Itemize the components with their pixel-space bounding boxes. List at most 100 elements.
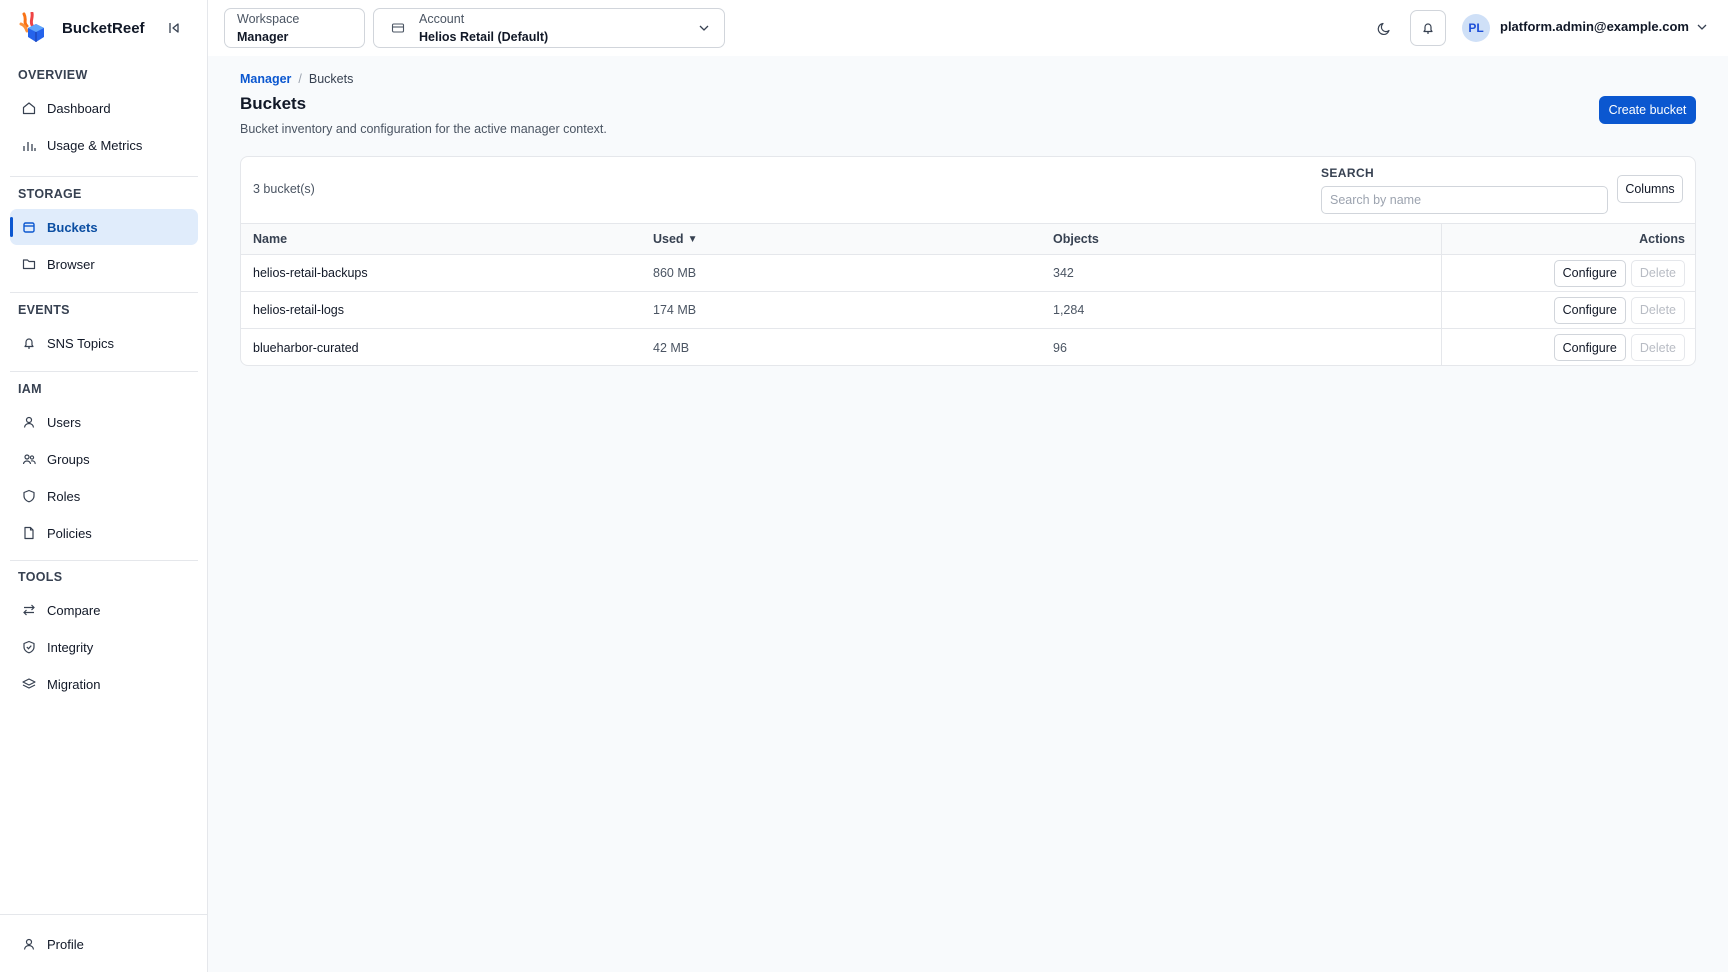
sidebar-item-label: Migration bbox=[47, 676, 101, 692]
workspace-picker[interactable]: Workspace Manager bbox=[224, 8, 365, 48]
buckets-table: Name Used ▼ Objects Actions helios-retail… bbox=[241, 223, 1695, 365]
breadcrumb-separator: / bbox=[298, 72, 302, 86]
bucket-used: 860 MB bbox=[653, 266, 697, 280]
account-value: Helios Retail (Default) bbox=[419, 30, 549, 44]
sidebar-item-dashboard[interactable]: Dashboard bbox=[10, 90, 198, 126]
sidebar-item-migration[interactable]: Migration bbox=[10, 666, 198, 702]
bucket-name[interactable]: blueharbor-curated bbox=[253, 329, 359, 365]
buckets-table-card: 3 bucket(s) SEARCH Columns Name Used▼ Ob… bbox=[240, 156, 1696, 366]
file-icon bbox=[22, 526, 36, 540]
workspace-label: Workspace bbox=[237, 12, 300, 26]
table-header: Name Used ▼ Objects Actions bbox=[241, 223, 1695, 255]
page-subtitle: Bucket inventory and configuration for t… bbox=[240, 122, 607, 136]
user-icon bbox=[22, 415, 36, 429]
sidebar-item-label: Groups bbox=[47, 451, 90, 467]
sidebar-item-label: Dashboard bbox=[47, 100, 111, 116]
bucket-name[interactable]: helios-retail-logs bbox=[253, 292, 344, 328]
create-bucket-button[interactable]: Create bucket bbox=[1599, 96, 1696, 124]
bucket-objects: 1,284 bbox=[1053, 303, 1085, 317]
delete-button[interactable]: Delete bbox=[1630, 259, 1685, 287]
section-title: STORAGE bbox=[18, 187, 82, 201]
column-header-label: Name bbox=[253, 232, 288, 246]
search-label: SEARCH bbox=[1321, 166, 1375, 180]
sidebar-item-label: Browser bbox=[47, 256, 95, 272]
sidebar-item-profile[interactable]: Profile bbox=[10, 926, 198, 962]
configure-button[interactable]: Configure bbox=[1553, 334, 1626, 361]
column-header-used[interactable]: Used ▼ bbox=[653, 224, 697, 254]
table-row: blueharbor-curated 42 MB 96 Configure De… bbox=[241, 329, 1695, 365]
chevron-down-icon[interactable] bbox=[1696, 21, 1708, 33]
row-actions: Configure Delete bbox=[1441, 329, 1695, 365]
folder-icon bbox=[22, 257, 36, 271]
nav-section-storage: STORAGE Buckets Browser bbox=[10, 185, 198, 282]
sidebar-item-compare[interactable]: Compare bbox=[10, 592, 198, 628]
column-header-objects[interactable]: Objects bbox=[1053, 224, 1099, 254]
sidebar-item-users[interactable]: Users bbox=[10, 404, 198, 440]
sidebar-item-groups[interactable]: Groups bbox=[10, 441, 198, 477]
bucket-used: 42 MB bbox=[653, 340, 690, 355]
brand[interactable]: BucketReef bbox=[18, 10, 145, 46]
bucket-icon bbox=[22, 220, 36, 234]
column-header-actions: Actions bbox=[1441, 224, 1695, 254]
user-icon bbox=[22, 937, 36, 951]
sidebar-item-label: Roles bbox=[47, 488, 81, 504]
configure-button[interactable]: Configure bbox=[1553, 259, 1626, 287]
configure-button[interactable]: Configure bbox=[1553, 296, 1626, 324]
sidebar-item-buckets[interactable]: Buckets bbox=[10, 209, 198, 245]
sidebar-item-browser[interactable]: Browser bbox=[10, 246, 198, 282]
nav-section-overview: OVERVIEW Dashboard Usage & Metrics bbox=[10, 66, 198, 163]
bell-icon bbox=[22, 336, 36, 350]
account-card-icon bbox=[391, 21, 405, 35]
search-input[interactable] bbox=[1321, 186, 1608, 214]
sidebar-item-policies[interactable]: Policies bbox=[10, 515, 198, 551]
workspace-value: Manager bbox=[237, 30, 289, 44]
column-header-label: Used bbox=[653, 232, 684, 246]
sidebar-item-roles[interactable]: Roles bbox=[10, 478, 198, 514]
breadcrumb-link-manager[interactable]: Manager bbox=[240, 72, 291, 86]
bucket-used: 174 MB bbox=[653, 303, 697, 317]
bucket-name[interactable]: helios-retail-backups bbox=[253, 255, 368, 291]
sidebar-item-label: Integrity bbox=[47, 639, 94, 655]
page-title: Buckets bbox=[240, 94, 307, 113]
home-icon bbox=[22, 101, 36, 115]
divider bbox=[10, 371, 198, 372]
sidebar-item-label: Users bbox=[47, 414, 81, 430]
columns-button[interactable]: Columns bbox=[1617, 175, 1683, 203]
sidebar-item-usage-metrics[interactable]: Usage & Metrics bbox=[10, 127, 198, 163]
sidebar-item-label: Policies bbox=[47, 525, 92, 541]
notifications-button[interactable] bbox=[1410, 10, 1446, 46]
theme-toggle-button[interactable] bbox=[1366, 10, 1402, 46]
sidebar-item-sns-topics[interactable]: SNS Topics bbox=[10, 325, 198, 361]
shield-check-icon bbox=[22, 640, 36, 654]
column-header-label: Objects bbox=[1053, 232, 1099, 246]
bucket-objects: 96 bbox=[1053, 340, 1067, 355]
divider bbox=[10, 560, 198, 561]
sidebar-item-integrity[interactable]: Integrity bbox=[10, 629, 198, 665]
account-picker[interactable]: Account Helios Retail (Default) bbox=[373, 8, 725, 48]
sidebar-item-label: Profile bbox=[47, 936, 84, 952]
breadcrumb-current: Buckets bbox=[308, 72, 354, 86]
moon-icon bbox=[1377, 21, 1392, 36]
delete-button[interactable]: Delete bbox=[1630, 296, 1685, 324]
divider bbox=[10, 176, 198, 177]
chevron-down-icon bbox=[698, 22, 710, 34]
user-email[interactable]: platform.admin@example.com bbox=[1500, 19, 1689, 34]
sidebar-item-label: Compare bbox=[47, 602, 101, 618]
row-actions: Configure Delete bbox=[1441, 292, 1695, 328]
avatar[interactable]: PL bbox=[1462, 14, 1490, 42]
bar-chart-icon bbox=[22, 138, 36, 152]
sidebar-item-label: SNS Topics bbox=[47, 335, 114, 351]
column-header-label: Actions bbox=[1639, 232, 1685, 246]
section-title: EVENTS bbox=[18, 303, 70, 317]
bucketreef-logo-icon bbox=[18, 12, 46, 44]
compare-icon bbox=[22, 603, 36, 617]
table-row: helios-retail-logs 174 MB 1,284 Configur… bbox=[241, 292, 1695, 329]
breadcrumb: Manager / Buckets bbox=[240, 72, 353, 86]
table-row: helios-retail-backups 860 MB 342 Configu… bbox=[241, 255, 1695, 292]
collapse-sidebar-button[interactable] bbox=[164, 18, 184, 38]
divider bbox=[10, 292, 198, 293]
delete-button[interactable]: Delete bbox=[1630, 334, 1685, 361]
app-name: BucketReef bbox=[62, 19, 145, 37]
column-header-name[interactable]: Name bbox=[253, 224, 287, 254]
sidebar-footer: Profile bbox=[0, 914, 208, 972]
